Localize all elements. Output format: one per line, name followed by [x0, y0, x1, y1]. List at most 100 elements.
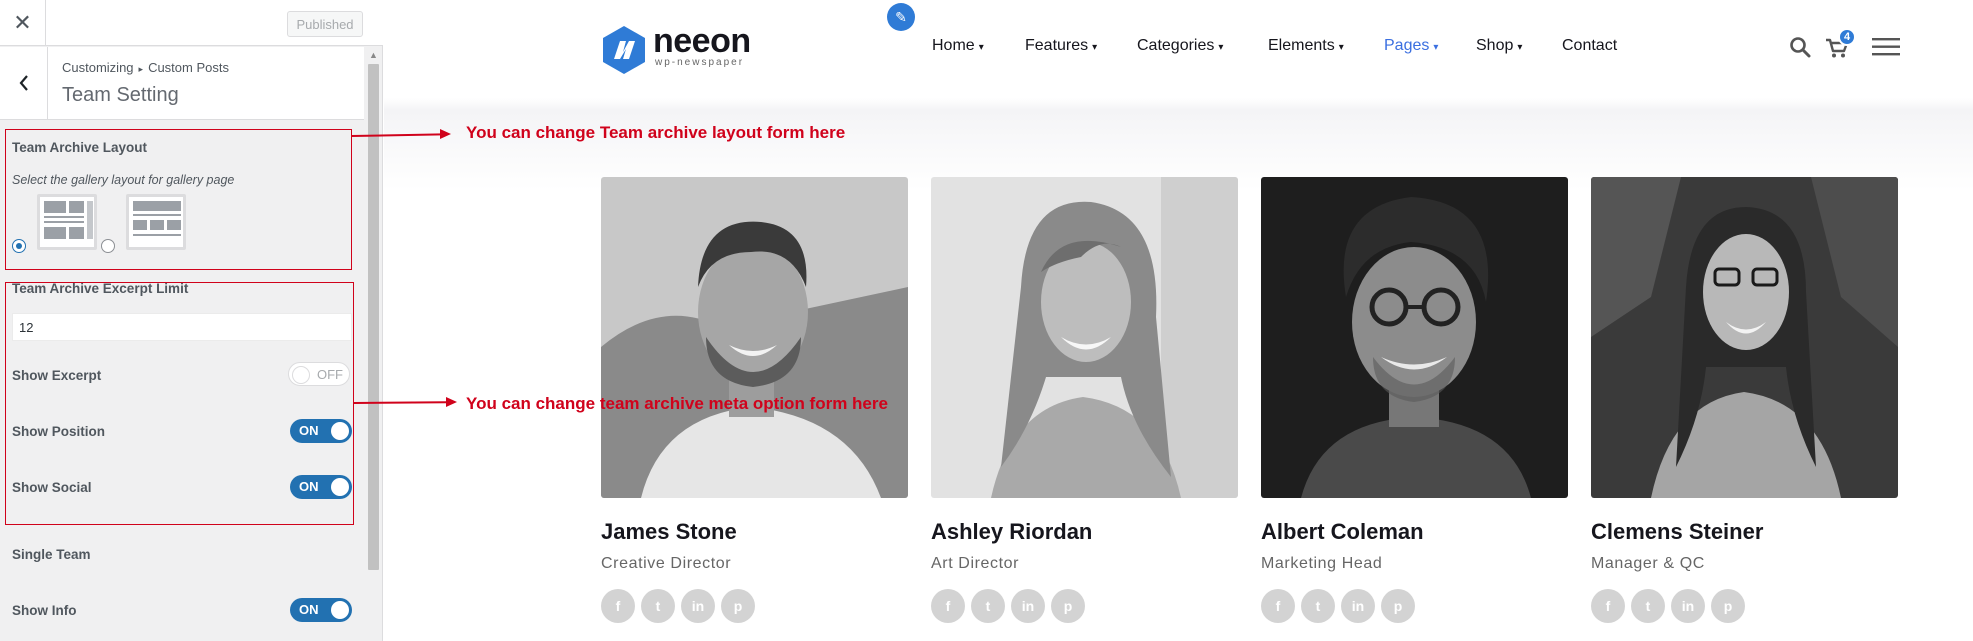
nav-label: Home: [932, 37, 975, 54]
team-member-photo[interactable]: [1591, 177, 1898, 498]
social-links: f t in p: [1261, 589, 1461, 623]
thumb-block: [44, 221, 84, 223]
section-title: Team Setting: [62, 84, 179, 106]
layout-option-grid-thumb[interactable]: [37, 194, 97, 250]
team-member-name[interactable]: James Stone: [601, 519, 737, 545]
publish-button[interactable]: Published: [287, 11, 363, 37]
nav-item-shop[interactable]: Shop ▾: [1476, 37, 1522, 55]
twitter-icon[interactable]: t: [1301, 589, 1335, 623]
scroll-thumb[interactable]: [368, 64, 379, 570]
nav-label: Pages: [1384, 37, 1430, 54]
team-member-name[interactable]: Ashley Riordan: [931, 519, 1092, 545]
linkedin-icon[interactable]: in: [1011, 589, 1045, 623]
team-member-photo[interactable]: [931, 177, 1238, 498]
layout-option-grid-radio[interactable]: [12, 239, 26, 253]
back-button[interactable]: [0, 47, 48, 119]
customizer-topbar: ✕ Published: [0, 0, 383, 46]
pinterest-icon[interactable]: p: [1051, 589, 1085, 623]
show-position-toggle[interactable]: ON: [290, 419, 352, 443]
show-excerpt-label: Show Excerpt: [12, 368, 102, 383]
nav-item-categories[interactable]: Categories ▾: [1137, 37, 1223, 55]
chevron-down-icon: ▾: [1338, 42, 1344, 53]
breadcrumb-separator: ▸: [138, 64, 144, 74]
social-links: f t in p: [601, 589, 801, 623]
pinterest-icon[interactable]: p: [1381, 589, 1415, 623]
toggle-knob: [331, 478, 349, 496]
pinterest-icon[interactable]: p: [1711, 589, 1745, 623]
chevron-down-icon: ▾: [1092, 42, 1098, 53]
toggle-state: ON: [299, 602, 319, 617]
pinterest-icon[interactable]: p: [721, 589, 755, 623]
excerpt-limit-input[interactable]: 12: [12, 313, 352, 341]
twitter-icon[interactable]: t: [641, 589, 675, 623]
annotation-meta-note: You can change team archive meta option …: [466, 394, 888, 413]
thumb-block: [133, 214, 181, 216]
show-position-label: Show Position: [12, 424, 105, 439]
annotation-layout-note: You can change Team archive layout form …: [466, 123, 846, 142]
nav-item-pages[interactable]: Pages ▾: [1384, 37, 1438, 55]
show-info-label: Show Info: [12, 603, 77, 618]
sidebar-scrollbar[interactable]: ▲: [366, 48, 381, 573]
toggle-state: ON: [299, 479, 319, 494]
thumb-block: [150, 220, 164, 230]
excerpt-limit-label: Team Archive Excerpt Limit: [12, 281, 189, 296]
thumb-block: [133, 201, 181, 211]
facebook-icon[interactable]: f: [931, 589, 965, 623]
thumb-block: [133, 220, 147, 230]
logo-name[interactable]: neeon: [653, 22, 751, 61]
show-social-label: Show Social: [12, 480, 92, 495]
team-member-name[interactable]: Albert Coleman: [1261, 519, 1424, 545]
search-icon[interactable]: [1789, 36, 1811, 58]
team-member-name[interactable]: Clemens Steiner: [1591, 519, 1763, 545]
section-header: Customizing ▸ Custom Posts Team Setting: [0, 47, 364, 120]
annotation-arrowhead: [446, 397, 457, 407]
archive-layout-label: Team Archive Layout: [12, 140, 148, 155]
nav-item-elements[interactable]: Elements ▾: [1268, 37, 1344, 55]
nav-label: Contact: [1562, 37, 1618, 54]
linkedin-icon[interactable]: in: [1341, 589, 1375, 623]
nav-label: Shop: [1476, 37, 1514, 54]
team-member-photo[interactable]: [601, 177, 908, 498]
show-excerpt-toggle[interactable]: OFF: [288, 362, 350, 386]
twitter-icon[interactable]: t: [1631, 589, 1665, 623]
team-member-position: Art Director: [931, 555, 1020, 572]
close-customizer-button[interactable]: ✕: [0, 0, 46, 45]
hamburger-menu-icon[interactable]: [1872, 38, 1900, 56]
nav-item-home[interactable]: Home ▾: [932, 37, 984, 55]
thumb-block: [133, 234, 181, 236]
customizer-sidebar: ✕ Published Customizing ▸ Custom Posts Tea…: [0, 0, 383, 641]
facebook-icon[interactable]: f: [601, 589, 635, 623]
show-social-toggle[interactable]: ON: [290, 475, 352, 499]
team-member-photo[interactable]: [1261, 177, 1568, 498]
chevron-left-icon: [19, 75, 28, 91]
thumb-block: [44, 216, 84, 218]
linkedin-icon[interactable]: in: [1671, 589, 1705, 623]
single-team-heading: Single Team: [12, 547, 91, 562]
chevron-down-icon: ▾: [1433, 42, 1439, 53]
team-member-position: Manager & QC: [1591, 555, 1705, 572]
show-info-toggle[interactable]: ON: [290, 598, 352, 622]
linkedin-icon[interactable]: in: [681, 589, 715, 623]
annotation-arrowhead: [440, 129, 451, 139]
social-links: f t in p: [931, 589, 1131, 623]
toggle-knob: [292, 366, 310, 384]
facebook-icon[interactable]: f: [1261, 589, 1295, 623]
scroll-up-arrow-icon[interactable]: ▲: [366, 48, 381, 62]
nav-label: Elements: [1268, 37, 1335, 54]
nav-item-features[interactable]: Features ▾: [1025, 37, 1097, 55]
layout-option-list-thumb[interactable]: [126, 194, 186, 250]
nav-item-contact[interactable]: Contact: [1562, 37, 1617, 55]
nav-label: Features: [1025, 37, 1089, 54]
neeon-logo-icon[interactable]: [601, 25, 647, 75]
thumb-block: [44, 227, 66, 239]
toggle-state: ON: [299, 423, 319, 438]
thumb-block: [44, 201, 66, 213]
edit-shortcut-pencil-icon[interactable]: ✎: [887, 3, 915, 31]
logo-tagline: wp-newspaper: [655, 57, 745, 68]
archive-layout-description: Select the gallery layout for gallery pa…: [12, 173, 235, 187]
toggle-state: OFF: [317, 367, 343, 382]
layout-option-list-radio[interactable]: [101, 239, 115, 253]
breadcrumb-root: Customizing: [62, 60, 134, 75]
facebook-icon[interactable]: f: [1591, 589, 1625, 623]
twitter-icon[interactable]: t: [971, 589, 1005, 623]
